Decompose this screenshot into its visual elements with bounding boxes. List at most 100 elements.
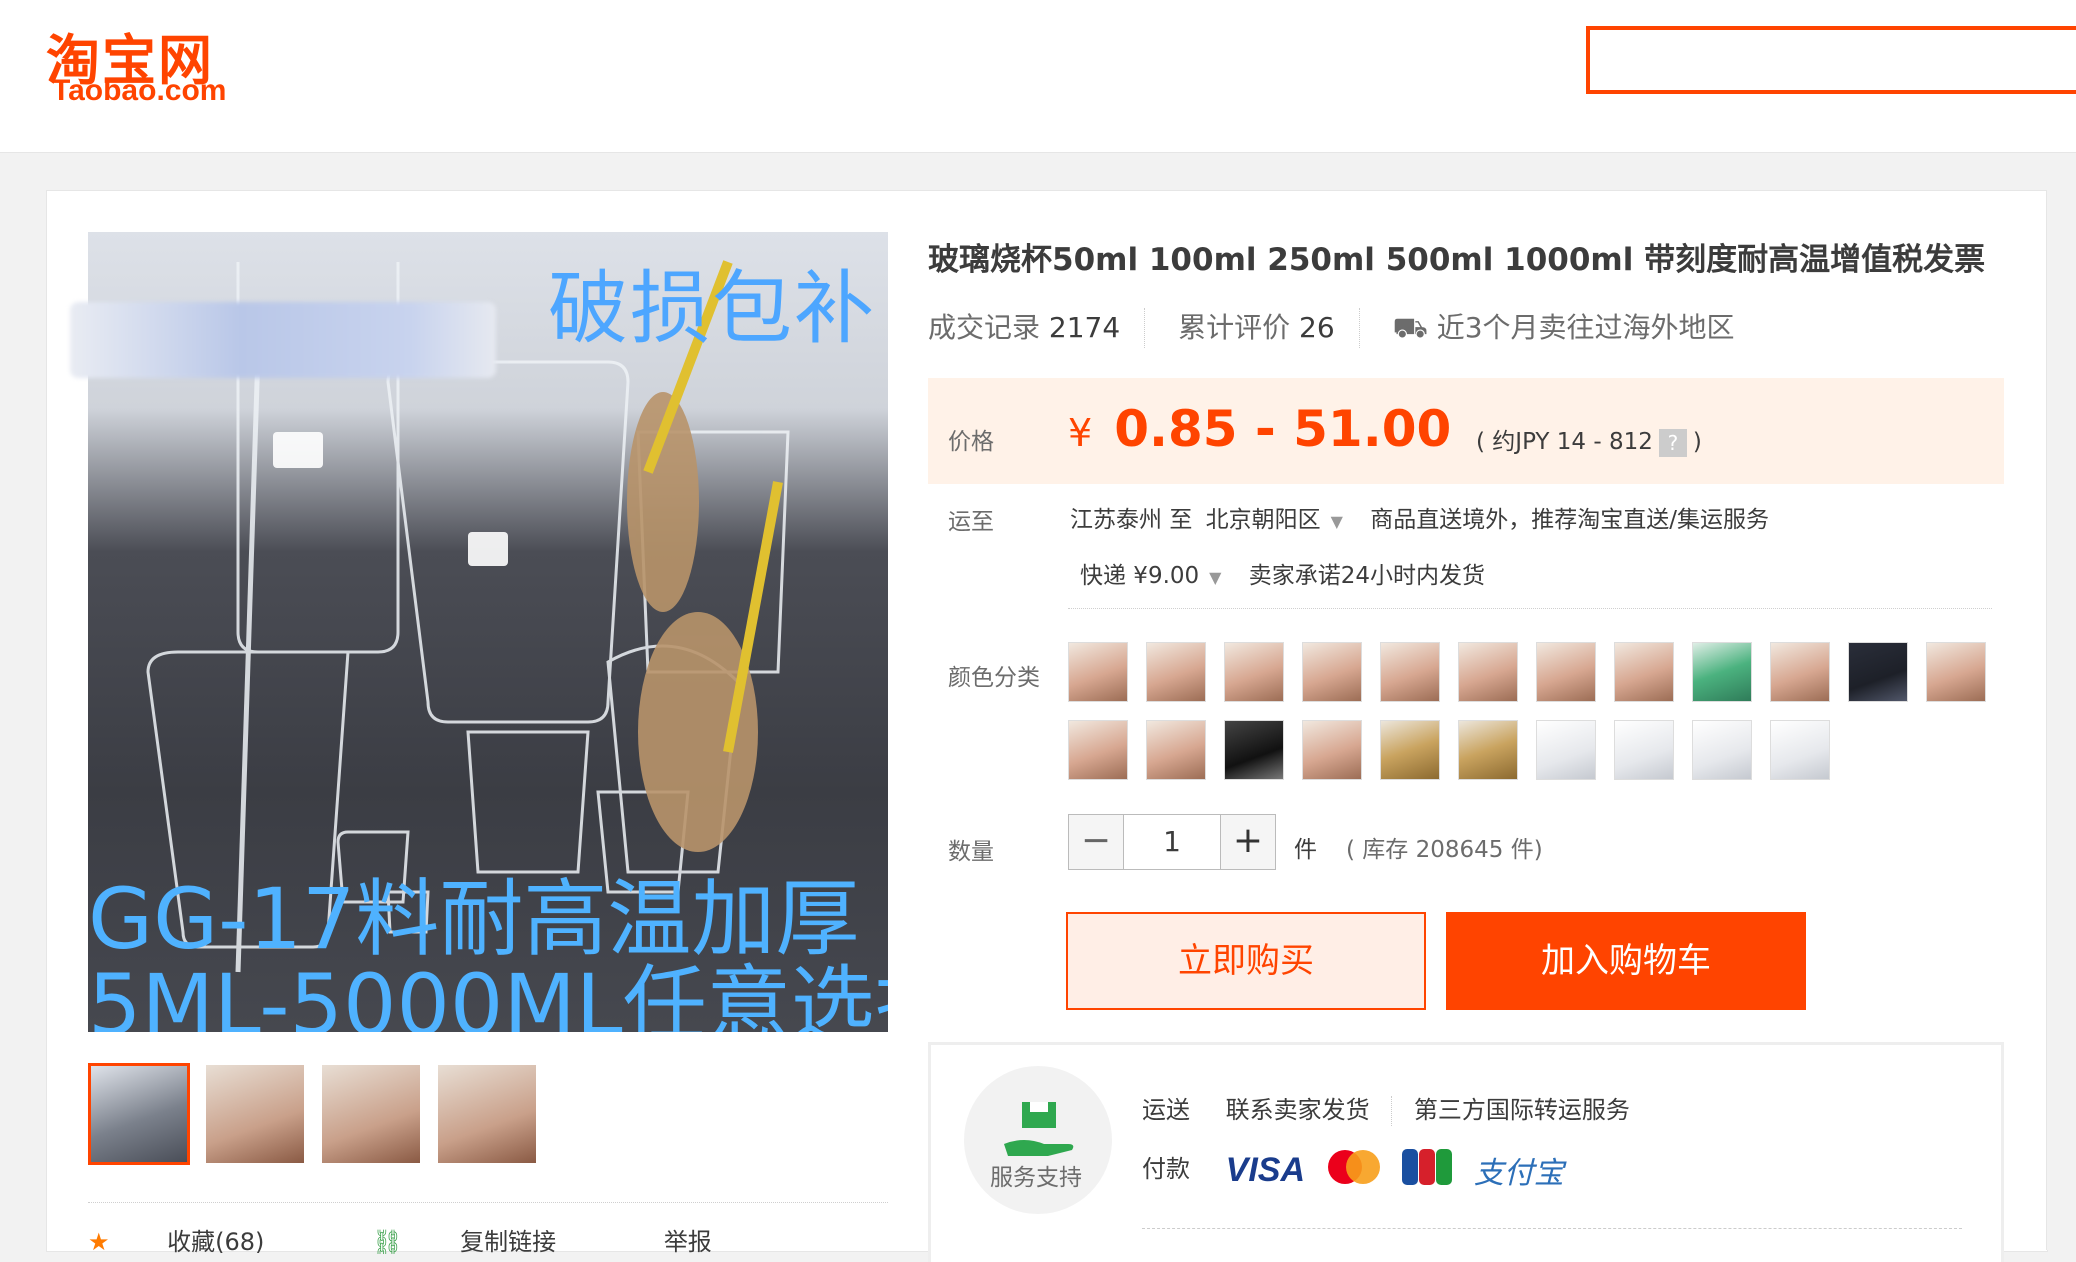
price-box: 价格 ¥0.85 - 51.00 ( 约JPY 14 - 812?)	[928, 378, 2004, 484]
favorite-link[interactable]: ★ 收藏(68)	[88, 1228, 314, 1256]
color-swatch[interactable]	[1458, 720, 1518, 780]
color-label: 颜色分类	[948, 665, 1040, 691]
copy-link-label: 复制链接	[460, 1228, 557, 1256]
color-swatch[interactable]	[1926, 642, 1986, 702]
svc-ship-label: 运送	[1142, 1096, 1190, 1124]
service-payment-row: 付款 VISA 支付宝	[1142, 1148, 1564, 1192]
ship-label: 运至	[948, 509, 994, 535]
reviews-label: 累计评价	[1178, 311, 1291, 344]
price-value: 0.85 - 51.00	[1114, 400, 1452, 458]
color-swatch[interactable]	[1770, 642, 1830, 702]
color-swatch[interactable]	[1614, 720, 1674, 780]
buy-now-button[interactable]: 立即购买	[1066, 912, 1426, 1010]
shipping-method-select[interactable]: 快递 ¥9.00 ▼	[1080, 563, 1241, 589]
service-shipping-row: 运送 联系卖家发货 第三方国际转运服务	[1142, 1090, 1630, 1126]
color-swatch[interactable]	[1536, 642, 1596, 702]
quantity-minus-button[interactable]: −	[1068, 814, 1124, 870]
divider	[1068, 608, 1992, 609]
thumbnail-3[interactable]	[320, 1063, 422, 1165]
overlay-damage-guarantee: 破损包补	[548, 262, 876, 355]
color-swatch[interactable]	[1146, 720, 1206, 780]
thumbnail-2[interactable]	[204, 1063, 306, 1165]
ship-note[interactable]: 商品直送境外，推荐淘宝直送/集运服务	[1370, 507, 1769, 533]
color-swatch[interactable]	[1068, 720, 1128, 780]
link-icon: ⛓	[372, 1228, 403, 1256]
quantity-input[interactable]: 1	[1124, 814, 1220, 870]
destination-select[interactable]: 北京朝阳区 ▼	[1206, 507, 1363, 533]
color-swatch[interactable]	[1380, 642, 1440, 702]
search-input[interactable]	[1590, 30, 2076, 90]
chevron-down-icon: ▼	[1209, 568, 1222, 587]
help-icon[interactable]: ?	[1658, 428, 1687, 457]
search-box[interactable]	[1586, 26, 2076, 94]
stock-info: ( 库存 208645 件)	[1346, 837, 1543, 863]
jcb-icon	[1402, 1149, 1453, 1185]
quantity-label: 数量	[948, 839, 994, 865]
color-swatch[interactable]	[1302, 642, 1362, 702]
price-range: ¥0.85 - 51.00	[1068, 400, 1451, 458]
color-swatch[interactable]	[1536, 720, 1596, 780]
review-count[interactable]: 累计评价 26	[1178, 308, 1360, 348]
chevron-down-icon: ▼	[1330, 512, 1343, 531]
star-icon: ★	[88, 1228, 110, 1256]
favorite-label: 收藏(68)	[167, 1228, 265, 1256]
color-swatch[interactable]	[1224, 720, 1284, 780]
ship-to-word: 至	[1169, 507, 1193, 533]
color-swatch[interactable]	[1692, 720, 1752, 780]
service-support-label: 服务支持	[990, 1165, 1082, 1191]
report-link[interactable]: 举报	[664, 1228, 712, 1256]
color-swatch[interactable]	[1380, 720, 1440, 780]
overlay-sizes: 5ML-5000ML任意选择	[88, 956, 888, 1032]
destination-value: 北京朝阳区	[1205, 507, 1321, 533]
thumbnail-1[interactable]	[88, 1063, 190, 1165]
ship-from: 江苏泰州	[1070, 507, 1162, 533]
mastercard-icon	[1327, 1150, 1380, 1184]
copy-link[interactable]: ⛓ 复制链接	[372, 1228, 606, 1256]
shipping-method-value: 快递 ¥9.00	[1080, 563, 1200, 589]
visa-logo: VISA	[1225, 1150, 1305, 1189]
taobao-logo-en[interactable]: Taobao.com	[52, 74, 226, 108]
color-swatch[interactable]	[1848, 642, 1908, 702]
mastercard-logo	[1327, 1149, 1381, 1191]
quantity-unit: 件	[1294, 837, 1317, 863]
svc-pay-label: 付款	[1142, 1155, 1190, 1183]
service-divider	[1142, 1228, 1962, 1229]
reviews-value: 26	[1299, 311, 1335, 344]
truck-icon: ⛟	[1392, 311, 1428, 344]
approx-text: ( 约JPY 14 - 812	[1476, 429, 1653, 455]
color-swatch[interactable]	[1302, 720, 1362, 780]
color-swatch[interactable]	[1224, 642, 1284, 702]
blurred-watermark	[70, 302, 496, 378]
sales-label: 成交记录	[928, 311, 1041, 344]
gallery-actions: ★ 收藏(68) ⛓ 复制链接 举报	[88, 1222, 762, 1257]
scroll-strip	[2046, 190, 2076, 1250]
currency-symbol: ¥	[1068, 411, 1093, 455]
add-to-cart-button[interactable]: 加入购物车	[1446, 912, 1806, 1010]
svc-third-party[interactable]: 第三方国际转运服务	[1414, 1096, 1630, 1124]
svc-contact-seller[interactable]: 联系卖家发货	[1226, 1096, 1370, 1124]
shipping-method-row: 快递 ¥9.00 ▼ 卖家承诺24小时内发货	[1080, 556, 1485, 590]
sales-count[interactable]: 成交记录 2174	[928, 308, 1146, 348]
color-swatch[interactable]	[1458, 642, 1518, 702]
alipay-logo: 支付宝	[1473, 1156, 1564, 1191]
price-label: 价格	[948, 429, 994, 455]
thumbnail-4[interactable]	[436, 1063, 538, 1165]
color-swatch[interactable]	[1068, 642, 1128, 702]
ship-promise: 卖家承诺24小时内发货	[1248, 563, 1486, 589]
overseas-note: ⛟ 近3个月卖往过海外地区	[1393, 308, 1759, 348]
sales-value: 2174	[1048, 311, 1121, 344]
shipping-row: 江苏泰州 至 北京朝阳区 ▼ 商品直送境外，推荐淘宝直送/集运服务	[1070, 500, 1769, 534]
color-swatch[interactable]	[1614, 642, 1674, 702]
gallery-divider	[88, 1202, 888, 1203]
color-swatch[interactable]	[1692, 642, 1752, 702]
quantity-plus-button[interactable]: +	[1220, 814, 1276, 870]
product-stats: 成交记录 2174 累计评价 26 ⛟ 近3个月卖往过海外地区	[928, 308, 1783, 348]
jcb-logo	[1402, 1149, 1453, 1191]
price-approx: ( 约JPY 14 - 812?)	[1476, 422, 1702, 457]
separator	[1391, 1096, 1393, 1126]
overseas-note-text: 近3个月卖往过海外地区	[1436, 311, 1735, 344]
color-swatch[interactable]	[1770, 720, 1830, 780]
product-title: 玻璃烧杯50ml 100ml 250ml 500ml 1000ml 带刻度耐高温…	[928, 242, 1986, 278]
color-swatch[interactable]	[1146, 642, 1206, 702]
top-bar: 淘宝网 Taobao.com	[0, 0, 2076, 153]
